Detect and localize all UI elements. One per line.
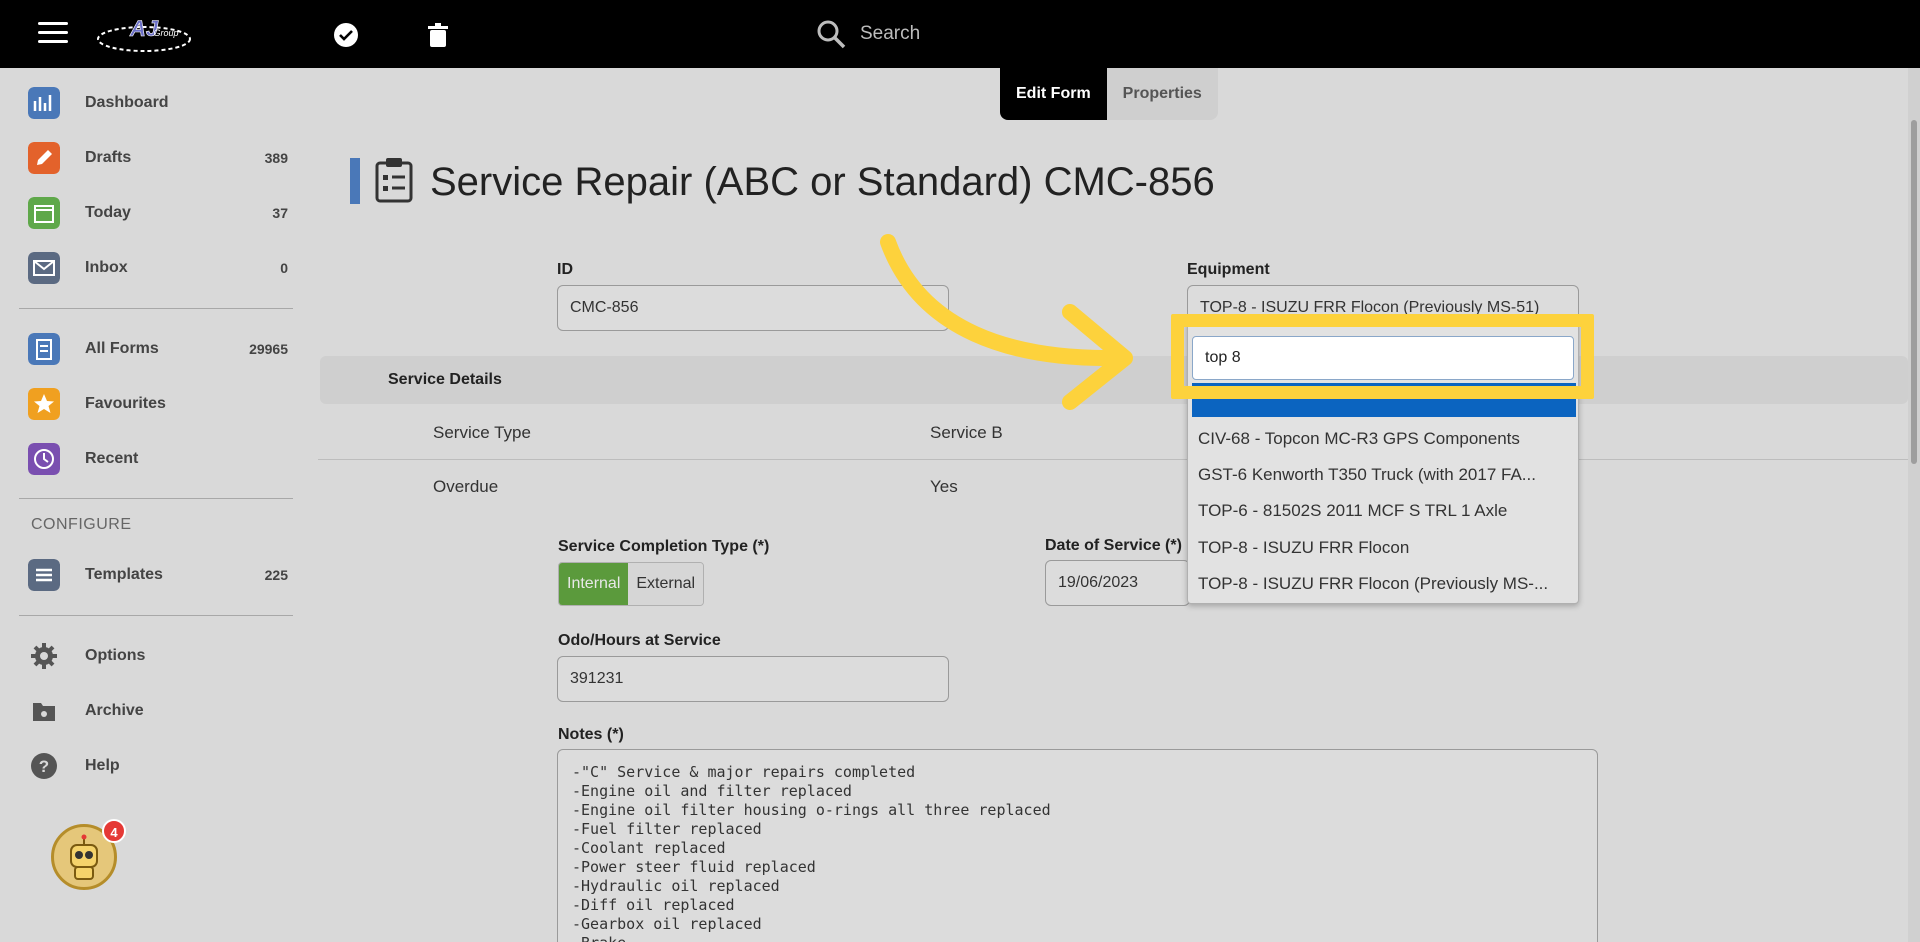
title-accent-bar (350, 158, 360, 204)
sidebar-item-inbox[interactable]: Inbox 0 (0, 243, 312, 293)
sidebar-item-drafts[interactable]: Drafts 389 (0, 133, 312, 183)
sidebar-item-favourites[interactable]: Favourites (0, 379, 312, 429)
equipment-label: Equipment (1187, 261, 1270, 278)
sidebar-item-label: All Forms (85, 340, 159, 357)
assistant-robot-avatar[interactable]: 4 (51, 819, 126, 890)
sidebar-item-count: 0 (280, 260, 288, 276)
service-type-value: Service B (930, 423, 1003, 442)
sidebar-item-label: Inbox (85, 259, 128, 276)
sidebar-item-count: 389 (264, 150, 288, 166)
pencil-icon (28, 142, 60, 174)
dropdown-option[interactable]: CIV-68 - Topcon MC-R3 GPS Components (1198, 429, 1578, 449)
dropdown-option[interactable]: TOP-8 - ISUZU FRR Flocon (Previously MS-… (1198, 574, 1578, 594)
sidebar: Dashboard Drafts 389 Today 37 Inbox 0 Al… (0, 68, 312, 942)
sidebar-item-recent[interactable]: Recent (0, 434, 312, 484)
sidebar-item-today[interactable]: Today 37 (0, 188, 312, 238)
completion-type-toggle: Internal External (558, 562, 705, 606)
overdue-value: Yes (930, 477, 958, 496)
overdue-label: Overdue (433, 477, 499, 496)
tab-edit-form[interactable]: Edit Form (1000, 68, 1107, 120)
sidebar-item-templates[interactable]: Templates 225 (0, 550, 312, 600)
archive-folder-icon (33, 703, 55, 721)
envelope-icon (28, 252, 60, 284)
dropdown-option-highlighted[interactable] (1192, 383, 1576, 417)
row-divider (318, 459, 1908, 460)
form-tabs: Edit Form Properties (1000, 68, 1218, 120)
calendar-icon (28, 197, 60, 229)
service-type-label: Service Type (433, 423, 531, 442)
sidebar-item-label: Help (85, 757, 120, 774)
search-placeholder: Search (860, 23, 921, 44)
search-icon (817, 20, 846, 49)
sidebar-item-options[interactable]: Options (0, 631, 312, 681)
sidebar-item-label: Templates (85, 566, 163, 583)
id-label: ID (557, 261, 573, 278)
sidebar-divider (19, 308, 293, 309)
sidebar-item-label: Drafts (85, 149, 132, 166)
configure-section-title: CONFIGURE (31, 516, 132, 533)
dashboard-chart-icon (28, 87, 60, 119)
gear-icon (31, 643, 57, 669)
search-bar[interactable]: Search (816, 18, 920, 50)
hamburger-menu-icon[interactable] (38, 22, 68, 46)
check-circle-icon[interactable] (333, 22, 359, 48)
sidebar-item-label: Recent (85, 450, 139, 467)
scrollbar[interactable] (1908, 68, 1920, 942)
notification-badge: 4 (102, 819, 126, 843)
trash-icon[interactable] (425, 22, 451, 48)
notes-textarea[interactable]: -"C" Service & major repairs completed -… (557, 749, 1598, 942)
odo-hours-field[interactable]: 391231 (557, 656, 949, 702)
dropdown-option[interactable]: TOP-8 - ISUZU FRR Flocon (1198, 538, 1578, 558)
star-icon (28, 388, 60, 420)
internal-option[interactable]: Internal (559, 563, 629, 605)
completion-type-label: Service Completion Type (*) (558, 538, 770, 555)
sidebar-item-label: Options (85, 647, 146, 664)
clipboard-form-icon (375, 158, 413, 203)
sidebar-item-archive[interactable]: Archive (0, 686, 312, 736)
list-icon (28, 559, 60, 591)
service-details-title: Service Details (388, 371, 502, 388)
sidebar-item-dashboard[interactable]: Dashboard (0, 78, 312, 128)
sidebar-divider (19, 615, 293, 616)
odo-hours-label: Odo/Hours at Service (558, 632, 721, 649)
clock-icon (28, 443, 60, 475)
top-bar: AJ Group Search (0, 0, 1920, 68)
sidebar-item-count: 225 (264, 567, 288, 583)
sidebar-divider (19, 498, 293, 499)
tab-properties[interactable]: Properties (1106, 68, 1218, 120)
sidebar-item-help[interactable]: ? Help (0, 741, 312, 791)
help-icon: ? (31, 753, 57, 779)
service-details-section[interactable]: Service Details (320, 356, 1908, 404)
date-of-service-label: Date of Service (*) (1045, 537, 1182, 554)
company-logo: AJ Group (97, 16, 191, 52)
clipboard-icon (28, 333, 60, 365)
sidebar-item-label: Favourites (85, 395, 166, 412)
equipment-dropdown: top 8 CIV-68 - Topcon MC-R3 GPS Componen… (1187, 318, 1579, 604)
notes-label: Notes (*) (558, 726, 624, 743)
sidebar-item-label: Today (85, 204, 131, 221)
id-field[interactable]: CMC-856 (557, 285, 949, 331)
date-of-service-field[interactable]: 19/06/2023 (1045, 560, 1190, 606)
sidebar-item-count: 37 (272, 205, 288, 221)
sidebar-item-count: 29965 (249, 341, 288, 357)
equipment-search-input[interactable]: top 8 (1192, 336, 1574, 380)
sidebar-item-label: Archive (85, 702, 144, 719)
sidebar-item-all-forms[interactable]: All Forms 29965 (0, 324, 312, 374)
scrollbar-thumb[interactable] (1911, 120, 1917, 464)
dropdown-option[interactable]: TOP-6 - 81502S 2011 MCF S TRL 1 Axle (1198, 501, 1578, 521)
svg-text:Group: Group (153, 28, 178, 38)
svg-text:?: ? (39, 757, 49, 776)
external-option[interactable]: External (628, 563, 704, 605)
page-title: Service Repair (ABC or Standard) CMC-856 (430, 160, 1215, 204)
dropdown-option[interactable]: GST-6 Kenworth T350 Truck (with 2017 FA.… (1198, 465, 1578, 485)
sidebar-item-label: Dashboard (85, 94, 169, 111)
